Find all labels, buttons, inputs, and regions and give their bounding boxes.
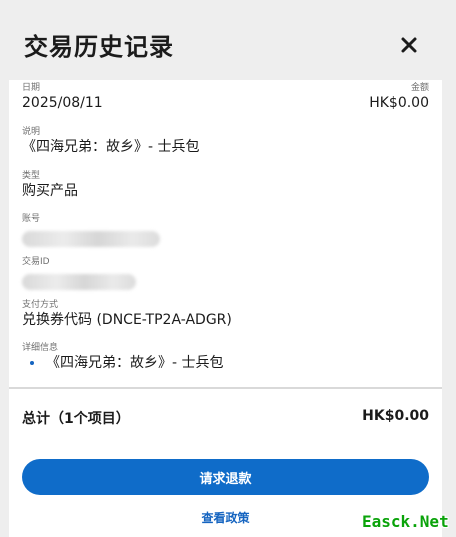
payment-field: 支付方式 兑换券代码 (DNCE-TP2A-ADGR): [22, 299, 232, 329]
transaction-id-value-redacted: [22, 274, 136, 290]
account-value-redacted: [22, 231, 160, 247]
payment-value: 兑换券代码 (DNCE-TP2A-ADGR): [22, 312, 232, 328]
date-value: 2025/08/11: [22, 95, 103, 111]
details-item-text: 《四海兄弟：故乡》- 士兵包: [46, 355, 224, 371]
transaction-id-field: 交易ID: [22, 256, 136, 290]
total-row: 总计（1个项目） HK$0.00: [22, 408, 429, 428]
bullet-icon: [30, 361, 34, 365]
amount-value: HK$0.00: [369, 95, 429, 111]
details-label: 详细信息: [22, 343, 59, 353]
description-label: 说明: [22, 127, 41, 137]
close-icon[interactable]: [397, 33, 421, 57]
total-value: HK$0.00: [362, 408, 429, 424]
total-label: 总计（1个项目）: [22, 411, 130, 427]
date-label: 日期: [22, 83, 41, 93]
date-field: 日期 2025/08/11: [22, 82, 103, 112]
amount-field: 金额 HK$0.00: [369, 82, 429, 112]
watermark-logo: Easck.Net: [362, 512, 449, 531]
transaction-history-dialog: 交易历史记录 日期 2025/08/11 金额 HK$0.00 说明 《四海兄弟…: [9, 0, 442, 537]
description-field: 说明 《四海兄弟：故乡》- 士兵包: [22, 126, 200, 156]
details-list-item: 《四海兄弟：故乡》- 士兵包: [22, 354, 224, 372]
account-label: 账号: [22, 214, 41, 224]
divider: [9, 387, 442, 389]
transaction-id-label: 交易ID: [22, 257, 50, 267]
type-value: 购买产品: [22, 183, 78, 199]
request-refund-button[interactable]: 请求退款: [22, 459, 429, 495]
type-label: 类型: [22, 171, 41, 181]
dialog-header: 交易历史记录: [9, 0, 442, 80]
payment-label: 支付方式: [22, 300, 59, 310]
details-field: 详细信息 《四海兄弟：故乡》- 士兵包: [22, 342, 224, 372]
type-field: 类型 购买产品: [22, 170, 78, 200]
amount-label: 金额: [410, 83, 429, 93]
description-value: 《四海兄弟：故乡》- 士兵包: [22, 139, 200, 155]
account-field: 账号: [22, 213, 160, 247]
dialog-title: 交易历史记录: [24, 33, 174, 61]
